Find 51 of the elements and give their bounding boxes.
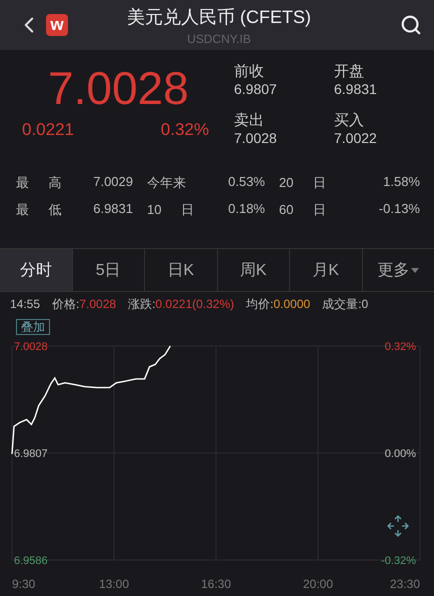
quote-time: 14:55 bbox=[10, 297, 40, 311]
stat-label: 20 日 bbox=[279, 174, 328, 192]
stat-label: 10 日 bbox=[147, 201, 196, 219]
stat-label: 最 高 bbox=[16, 174, 63, 192]
axis-label: 0.32% bbox=[384, 341, 416, 353]
field-value: 7.0022 bbox=[334, 130, 378, 147]
axis-label: 0.00% bbox=[384, 448, 416, 460]
axis-label: -0.32% bbox=[381, 555, 416, 567]
quote-stat: 价格:7.0028 bbox=[52, 296, 116, 312]
overlay-button[interactable]: 叠加 bbox=[16, 319, 50, 335]
chart-tab[interactable]: 周K bbox=[218, 249, 290, 291]
field-label: 开盘 bbox=[334, 62, 365, 81]
chart-tab[interactable]: 分时 bbox=[0, 249, 72, 291]
current-price: 7.0028 bbox=[48, 62, 190, 114]
chart-tab[interactable]: 更多 bbox=[362, 249, 434, 291]
chart-tab[interactable]: 5日 bbox=[72, 249, 145, 291]
chart-tab[interactable]: 月K bbox=[290, 249, 362, 291]
expand-icon[interactable] bbox=[387, 515, 409, 537]
field-value: 6.9831 bbox=[334, 81, 378, 98]
axis-label: 7.0028 bbox=[14, 341, 48, 353]
field-label: 前收 bbox=[234, 62, 265, 81]
change-percent: 0.32% bbox=[160, 120, 209, 140]
price-change: 0.0221 bbox=[22, 120, 74, 140]
stat-label: 今年来 bbox=[147, 174, 187, 192]
stat-value: -0.13% bbox=[378, 201, 420, 218]
axis-label: 9:30 bbox=[12, 577, 36, 591]
page-title: 美元兑人民币 (CFETS) bbox=[127, 6, 311, 28]
field-label: 卖出 bbox=[234, 111, 265, 130]
quote-stat: 均价:0.0000 bbox=[246, 296, 310, 312]
axis-label: 23:30 bbox=[390, 577, 420, 591]
quote-stat: 成交量:0 bbox=[322, 296, 368, 312]
stat-value: 1.58% bbox=[382, 174, 420, 191]
field-value: 7.0028 bbox=[234, 130, 278, 147]
stat-label: 最 低 bbox=[16, 201, 63, 219]
symbol-code: USDCNY.IB bbox=[187, 32, 251, 46]
stat-value: 0.18% bbox=[227, 201, 266, 218]
stat-label: 60 日 bbox=[279, 201, 328, 219]
stat-value: 6.9831 bbox=[92, 201, 134, 218]
stat-value: 7.0029 bbox=[92, 174, 134, 191]
search-icon[interactable] bbox=[400, 14, 422, 36]
field-label: 买入 bbox=[334, 111, 365, 130]
chart-tab[interactable]: 日K bbox=[145, 249, 218, 291]
axis-label: 16:30 bbox=[200, 577, 232, 591]
quote-stat: 涨跌:0.0221(0.32%) bbox=[128, 296, 234, 312]
axis-label: 6.9586 bbox=[14, 555, 48, 567]
stat-value: 0.53% bbox=[227, 174, 266, 191]
field-value: 6.9807 bbox=[234, 81, 278, 98]
axis-label: 6.9807 bbox=[14, 448, 48, 460]
axis-label: 20:00 bbox=[302, 577, 334, 591]
app-logo: w bbox=[46, 14, 68, 36]
axis-label: 13:00 bbox=[98, 577, 130, 591]
